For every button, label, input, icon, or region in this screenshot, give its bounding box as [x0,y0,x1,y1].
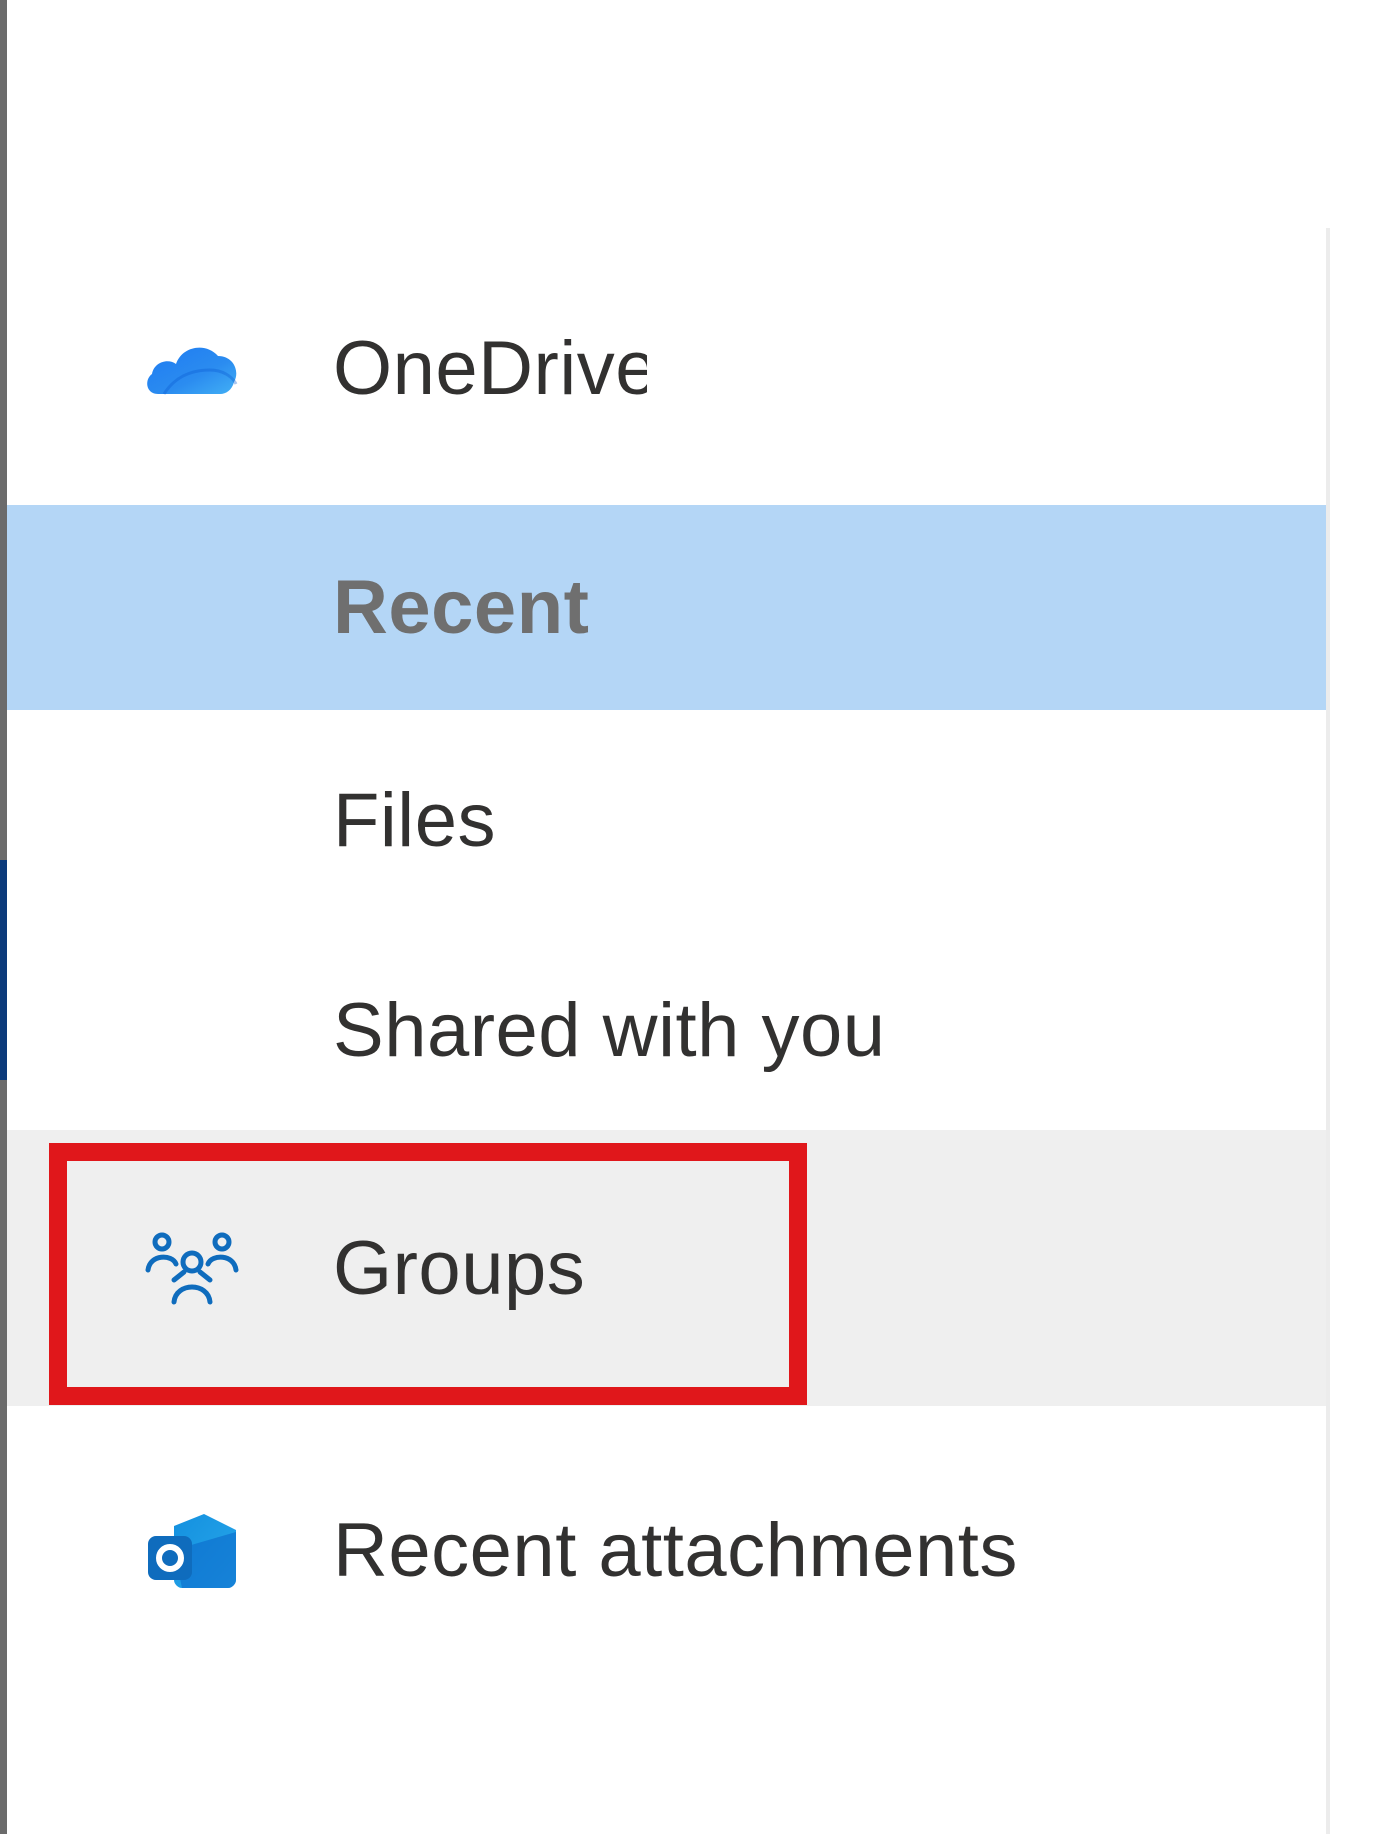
nav-item-onedrive[interactable]: OneDrive [7,308,1326,428]
onedrive-cloud-icon [144,328,240,408]
navigation-pane: OneDrive Recent Files Shared with you Gr… [7,0,1326,1834]
nav-item-label: Shared with you [333,987,886,1073]
window-edge [0,0,7,1834]
outlook-icon [144,1510,240,1590]
nav-item-label: OneDrive [333,325,647,411]
nav-item-label: Recent [333,565,590,650]
nav-item-recent[interactable]: Recent [7,505,1326,710]
nav-item-files[interactable]: Files [7,760,1326,880]
groups-people-icon [144,1228,240,1308]
page: OneDrive Recent Files Shared with you Gr… [0,0,1400,1834]
nav-item-label: Recent attachments [333,1507,1018,1593]
nav-item-groups[interactable]: Groups [7,1130,1326,1406]
nav-item-recent-attachments[interactable]: Recent attachments [7,1490,1326,1610]
nav-item-shared-with-you[interactable]: Shared with you [7,970,1326,1090]
window-edge-accent [0,860,7,1080]
nav-item-label: Groups [333,1225,586,1311]
pane-divider [1326,228,1330,1834]
nav-item-label: Files [333,777,496,863]
